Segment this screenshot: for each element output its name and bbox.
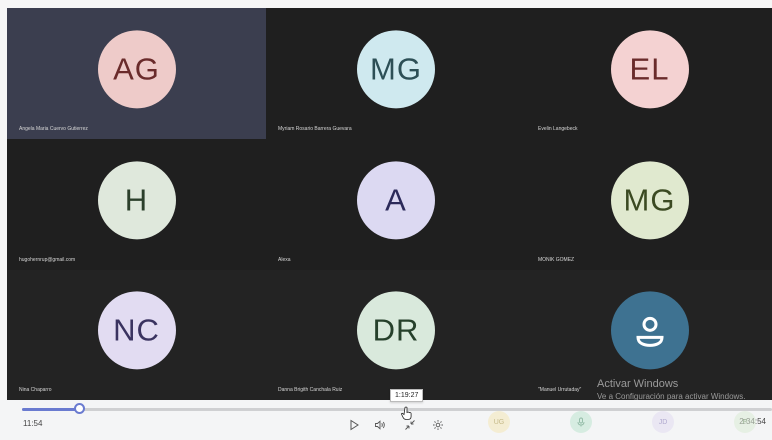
microphone-icon bbox=[577, 417, 585, 427]
seek-time-tooltip: 1:19:27 bbox=[390, 389, 424, 402]
participant-tile[interactable]: DR Danna Brigith Canchala Ruiz bbox=[266, 270, 526, 400]
filmstrip-avatar[interactable]: JD bbox=[652, 411, 674, 433]
volume-icon bbox=[375, 420, 385, 430]
avatar: MG bbox=[610, 160, 689, 239]
participant-tile[interactable]: AG Angela Maria Cuervo Gutierrez bbox=[7, 8, 266, 139]
avatar: MG bbox=[357, 29, 435, 108]
participant-tile[interactable]: A Alexa bbox=[266, 139, 526, 270]
avatar: AG bbox=[97, 29, 176, 108]
participant-name: hugohernrup@gmail.com bbox=[19, 257, 76, 263]
participant-name: Evelin Langebeck bbox=[538, 126, 578, 132]
participant-name: Angela Maria Cuervo Gutierrez bbox=[19, 126, 88, 132]
current-time: 11:54 bbox=[23, 419, 43, 428]
video-grid: AG Angela Maria Cuervo Gutierrez MG Myri… bbox=[7, 8, 772, 400]
avatar bbox=[610, 291, 689, 370]
participant-tile[interactable]: MG Myriam Rosario Barrera Guevara bbox=[266, 8, 526, 139]
participant-name: Myriam Rosario Barrera Guevara bbox=[278, 126, 352, 132]
participant-name: Alexa bbox=[278, 257, 291, 263]
settings-button[interactable] bbox=[430, 417, 446, 433]
avatar: DR bbox=[357, 291, 435, 370]
filmstrip-avatar[interactable] bbox=[570, 411, 592, 433]
volume-button[interactable] bbox=[372, 417, 388, 433]
participant-tile[interactable]: EL Evelin Langebeck bbox=[526, 8, 772, 139]
play-icon bbox=[350, 419, 359, 431]
participant-tile[interactable]: H hugohernrup@gmail.com bbox=[7, 139, 266, 270]
windows-activation-watermark: Activar Windows Ve a Configuración para … bbox=[597, 378, 746, 401]
watermark-title: Activar Windows bbox=[597, 378, 679, 390]
participant-name: Danna Brigith Canchala Ruiz bbox=[278, 387, 343, 393]
hand-cursor-icon bbox=[401, 406, 413, 425]
settings-icon bbox=[433, 420, 443, 430]
participant-name: MONIK GOMEZ bbox=[538, 257, 575, 263]
avatar: A bbox=[357, 160, 435, 239]
filmstrip-avatar[interactable]: UG bbox=[488, 411, 510, 433]
seek-thumb[interactable] bbox=[73, 403, 85, 414]
participant-name: "Manuel Urrutaday" bbox=[538, 387, 582, 393]
avatar: NC bbox=[97, 291, 176, 370]
avatar: H bbox=[97, 160, 176, 239]
filmstrip-avatar[interactable]: P bbox=[734, 411, 756, 433]
participant-tile[interactable]: NC Nina Chaparro bbox=[7, 270, 266, 400]
participant-name: Nina Chaparro bbox=[19, 387, 52, 393]
seek-bar-progress bbox=[22, 408, 80, 411]
person-icon bbox=[635, 316, 664, 347]
avatar: EL bbox=[610, 29, 689, 108]
participant-tile[interactable]: MG MONIK GOMEZ bbox=[526, 139, 772, 270]
play-button[interactable] bbox=[346, 417, 362, 433]
